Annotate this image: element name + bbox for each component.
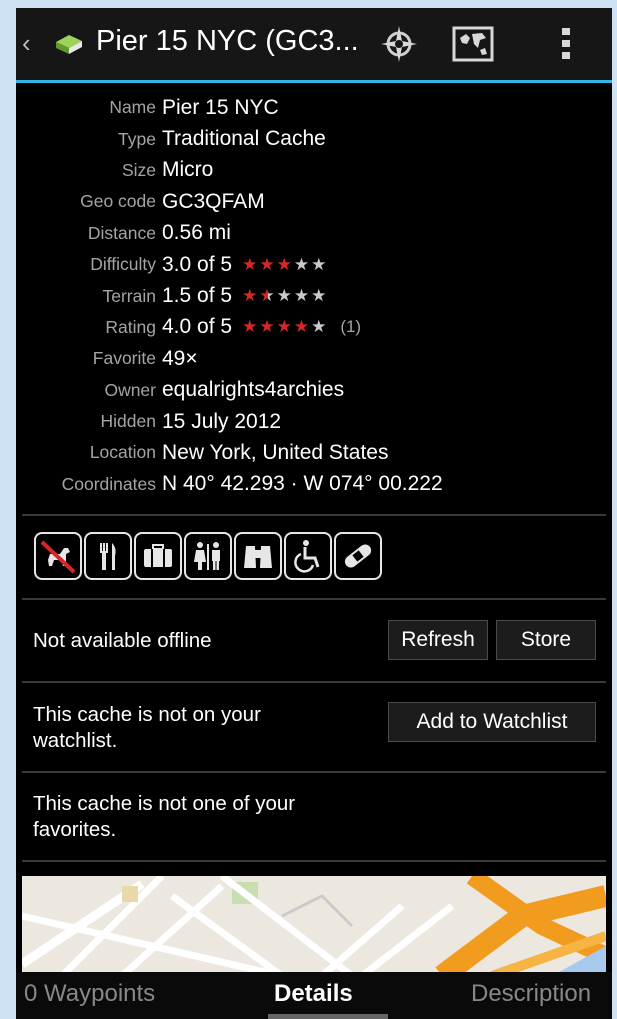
detail-row-hidden: Hidden 15 July 2012 [16, 406, 612, 437]
detail-value[interactable]: N 40° 42.293 · W 074° 00.222 [162, 472, 443, 496]
overflow-menu-button[interactable] [542, 20, 590, 68]
terrain-stars: ★ ★ ★ ★ ★ [242, 286, 328, 306]
add-to-watchlist-button[interactable]: Add to Watchlist [388, 702, 596, 742]
divider [22, 514, 606, 516]
detail-value[interactable]: equalrights4archies [162, 378, 344, 402]
detail-label: Hidden [100, 411, 156, 432]
star-icon: ★ [293, 254, 312, 274]
star-icon: ★ [276, 286, 294, 306]
terrain-value: 1.5 of 5 [162, 284, 233, 308]
map-button[interactable] [449, 20, 497, 68]
map-icon [452, 26, 494, 62]
detail-row-geocode: Geo code GC3QFAM [16, 186, 612, 217]
store-button[interactable]: Store [496, 620, 596, 660]
star-icon: ★ [311, 254, 329, 274]
refresh-button[interactable]: Refresh [388, 620, 488, 660]
offline-status-text: Not available offline [33, 629, 212, 652]
detail-label: Owner [104, 379, 156, 400]
star-icon: ★ [259, 254, 277, 274]
difficulty-stars: ★ ★ ★ ★ ★ [242, 255, 328, 275]
detail-row-name: Name Pier 15 NYC [16, 92, 612, 123]
detail-value: Micro [162, 158, 214, 182]
action-bar: ‹ Pier 15 NYC (GC3... [16, 8, 612, 83]
detail-row-type: Type Traditional Cache [16, 123, 612, 154]
tab-bar: 0 Waypoints Details Description [16, 972, 612, 1019]
detail-row-difficulty: Difficulty 3.0 of 5 ★ ★ ★ ★ ★ [16, 249, 612, 280]
star-icon: ★ [311, 317, 329, 337]
star-icon: ★ [259, 286, 277, 306]
detail-label: Coordinates [61, 473, 156, 494]
star-icon: ★ [311, 286, 329, 306]
detail-label: Location [89, 442, 156, 463]
detail-value: New York, United States [162, 440, 389, 464]
detail-value: Pier 15 NYC [162, 95, 279, 119]
detail-label: Distance [87, 222, 156, 243]
detail-row-rating: Rating 4.0 of 5 ★ ★ ★ ★ ★ (1) [16, 312, 612, 343]
map-preview[interactable] [22, 876, 606, 976]
cache-type-icon[interactable] [54, 32, 84, 61]
detail-value: Traditional Cache [162, 127, 326, 151]
watchlist-status-text: This cache is not on your watchlist. [33, 703, 261, 752]
cache-details: Name Pier 15 NYC Type Traditional Cache … [16, 92, 612, 500]
star-icon: ★ [293, 286, 312, 306]
briefcase-icon[interactable] [134, 532, 182, 580]
tab-indicator [268, 1014, 388, 1019]
tab-details[interactable]: Details [274, 980, 353, 1008]
rating-count: (1) [340, 317, 362, 337]
page-title: Pier 15 NYC (GC3... [96, 25, 359, 57]
star-icon: ★ [259, 317, 277, 337]
divider [22, 860, 606, 862]
divider [22, 771, 606, 773]
divider [22, 598, 606, 600]
restrooms-icon[interactable] [184, 532, 232, 580]
detail-label: Terrain [102, 285, 157, 306]
detail-label: Type [118, 128, 156, 149]
detail-row-size: Size Micro [16, 155, 612, 186]
detail-row-favorite: Favorite 49× [16, 343, 612, 374]
detail-value: 15 July 2012 [162, 409, 282, 433]
star-icon: ★ [242, 286, 260, 306]
star-icon: ★ [293, 317, 312, 337]
star-icon: ★ [276, 317, 294, 337]
star-icon: ★ [276, 254, 294, 274]
divider [22, 681, 606, 683]
compass-icon [381, 26, 417, 62]
attribute-icons[interactable] [34, 532, 382, 580]
bandaid-icon[interactable] [334, 532, 382, 580]
star-icon: ★ [242, 317, 260, 337]
back-chevron-icon[interactable]: ‹ [22, 28, 31, 59]
detail-row-distance: Distance 0.56 mi [16, 218, 612, 249]
detail-row-location: Location New York, United States [16, 437, 612, 468]
rating-value: 4.0 of 5 [162, 315, 233, 339]
detail-row-terrain: Terrain 1.5 of 5 ★ ★ ★ ★ ★ [16, 280, 612, 311]
overflow-menu-icon [562, 28, 570, 59]
detail-label: Name [109, 97, 156, 118]
wheelchair-icon[interactable] [284, 532, 332, 580]
detail-value: 49× [162, 346, 198, 370]
detail-value: 1.5 of 5 ★ ★ ★ ★ ★ [162, 284, 328, 308]
detail-value: GC3QFAM [162, 189, 265, 213]
scenic-view-icon[interactable] [234, 532, 282, 580]
food-icon[interactable] [84, 532, 132, 580]
tab-description[interactable]: Description [471, 980, 591, 1008]
detail-label: Size [121, 159, 156, 180]
detail-row-owner[interactable]: Owner equalrights4archies [16, 375, 612, 406]
favorites-status-text: This cache is not one of your favorites. [33, 792, 296, 841]
tab-waypoints[interactable]: 0 Waypoints [24, 980, 155, 1008]
detail-value: 4.0 of 5 ★ ★ ★ ★ ★ (1) [162, 315, 361, 339]
detail-value: 0.56 mi [162, 221, 231, 245]
detail-label: Favorite [92, 348, 156, 369]
rating-stars: ★ ★ ★ ★ ★ [242, 317, 328, 337]
detail-row-coordinates[interactable]: Coordinates N 40° 42.293 · W 074° 00.222 [16, 469, 612, 500]
phone-screen: ‹ Pier 15 NYC (GC3... Name Pier 15 NYC T… [16, 8, 612, 1019]
detail-label: Geo code [80, 191, 156, 212]
detail-value: 3.0 of 5 ★ ★ ★ ★ ★ [162, 253, 328, 277]
no-dogs-icon[interactable] [34, 532, 82, 580]
detail-label: Difficulty [90, 254, 156, 275]
difficulty-value: 3.0 of 5 [162, 252, 233, 276]
compass-button[interactable] [375, 20, 423, 68]
detail-label: Rating [105, 316, 156, 337]
star-icon: ★ [242, 254, 260, 274]
